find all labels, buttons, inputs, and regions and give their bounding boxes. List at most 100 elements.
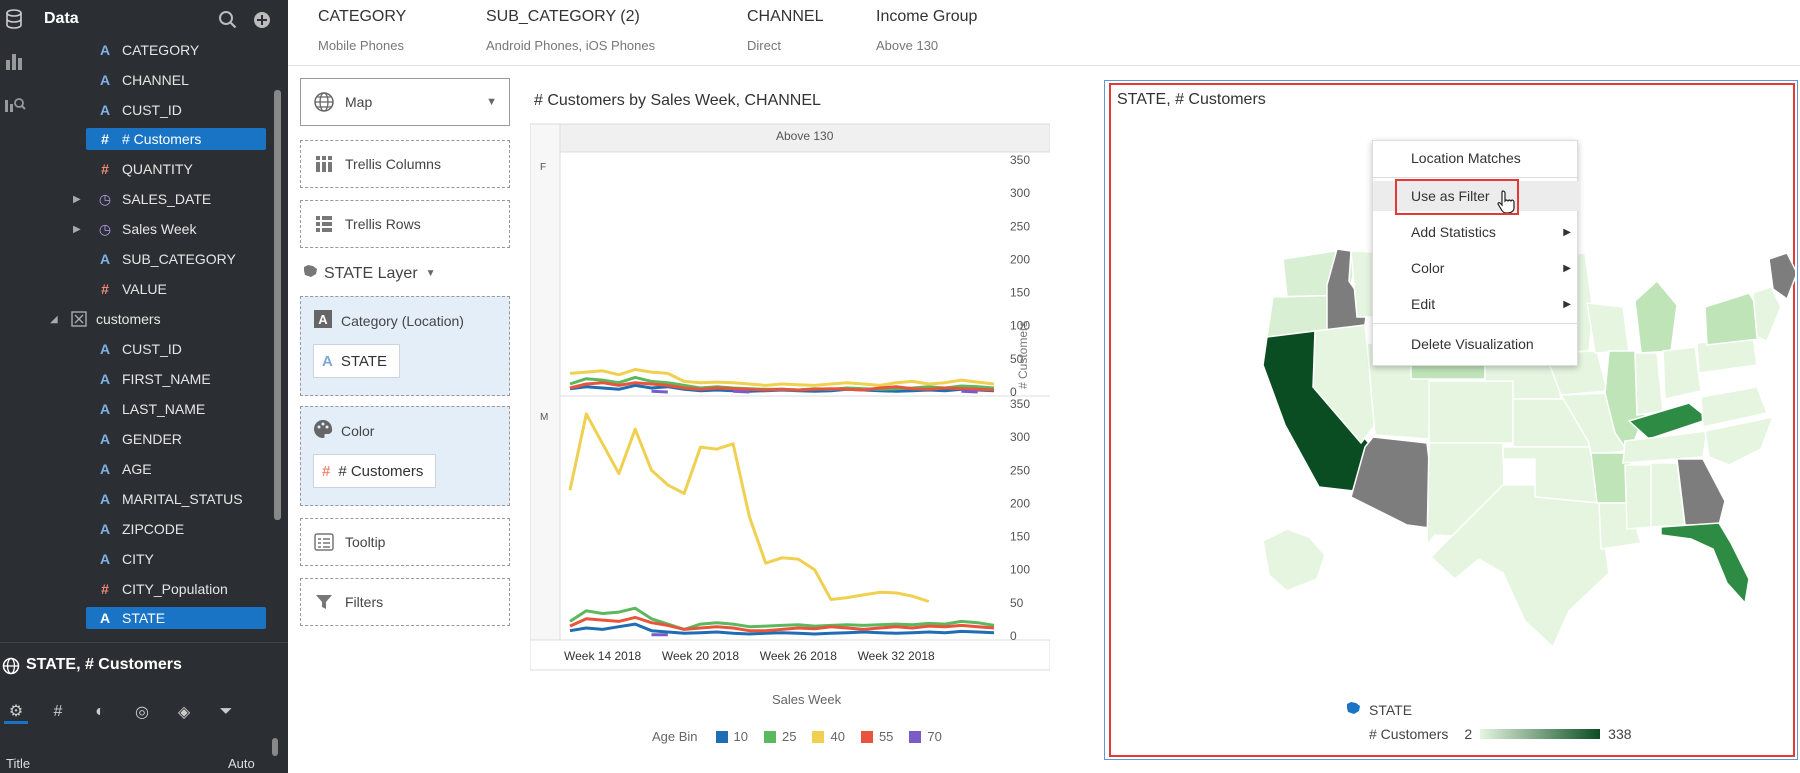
field-zipcode[interactable]: A ZIPCODE xyxy=(96,518,266,540)
collapse-arrow-icon[interactable]: ◢ xyxy=(50,314,58,325)
legend-swatch-age-70 xyxy=(909,730,922,743)
text-type-icon: A xyxy=(313,309,333,332)
state-michigan[interactable] xyxy=(1634,279,1678,354)
filters-drop[interactable]: Filters xyxy=(300,578,510,626)
field-last-name[interactable]: A LAST_NAME xyxy=(96,398,266,420)
field-category[interactable]: A CATEGORY xyxy=(96,39,266,61)
menu-item-color[interactable]: Color ▶ xyxy=(1373,253,1579,283)
submenu-arrow-icon: ▶ xyxy=(1563,262,1571,274)
field-cust-id[interactable]: A CUST_ID xyxy=(96,99,266,121)
left-rail xyxy=(0,0,28,635)
field-marital-status[interactable]: A MARITAL_STATUS xyxy=(96,488,266,510)
menu-separator xyxy=(1373,323,1579,324)
state-colorado[interactable] xyxy=(1428,380,1514,444)
trellis-rows-drop[interactable]: Trellis Rows xyxy=(300,200,510,248)
legend-label-age-10: 10 xyxy=(733,729,749,744)
category-location-well[interactable]: A Category (Location) A STATE xyxy=(300,296,510,396)
state-shape-icon xyxy=(302,264,318,283)
color-well[interactable]: Color # # Customers xyxy=(300,406,510,506)
filter-income-group[interactable]: Income Group Above 130 xyxy=(876,8,977,53)
filter-icon[interactable]: ⏷ xyxy=(214,700,238,724)
text-type-icon: A xyxy=(99,42,111,58)
field-value[interactable]: # VALUE xyxy=(96,278,266,300)
line-chart-viz[interactable]: # Customers by Sales Week, CHANNEL 0 50 10… xyxy=(530,84,1050,764)
palette-icon xyxy=(313,419,333,442)
tooltip-icon xyxy=(313,531,335,553)
menu-item-add-statistics[interactable]: Add Statistics ▶ xyxy=(1373,217,1579,247)
viz-properties-title: STATE, # Customers xyxy=(26,656,182,673)
state-indiana[interactable] xyxy=(1634,352,1664,416)
field-quantity[interactable]: # QUANTITY xyxy=(96,158,266,180)
state-ohio[interactable] xyxy=(1662,346,1702,400)
text-type-icon: A xyxy=(99,72,111,88)
x-tick-label: Week 14 2018 xyxy=(564,649,641,663)
field-sales-date[interactable]: ◷ SALES_DATE xyxy=(96,188,266,210)
measure-type-icon: # xyxy=(101,581,109,597)
y-tick-label: 200 xyxy=(1010,496,1030,510)
tooltip-drop[interactable]: Tooltip xyxy=(300,518,510,566)
field-age[interactable]: A AGE xyxy=(96,458,266,480)
field-first-name[interactable]: A FIRST_NAME xyxy=(96,368,266,390)
database-icon[interactable] xyxy=(4,8,24,30)
state-wisconsin[interactable] xyxy=(1586,302,1630,354)
customers-pill[interactable]: # # Customers xyxy=(313,454,437,488)
state-new-york[interactable] xyxy=(1704,292,1762,346)
field-city-population[interactable]: # CITY_Population xyxy=(96,578,266,600)
dataset-customers[interactable]: customers xyxy=(70,308,260,330)
state-florida[interactable] xyxy=(1660,522,1750,605)
add-icon[interactable] xyxy=(254,12,270,28)
field-customers-count[interactable]: # # Customers xyxy=(86,128,266,150)
legend-label-age-40: 40 xyxy=(830,729,845,744)
map-layer-icon[interactable]: ◎ xyxy=(130,700,154,724)
y-tick-label: 250 xyxy=(1010,219,1030,233)
filter-category[interactable]: CATEGORY Mobile Phones xyxy=(318,8,406,53)
chevron-down-icon: ▼ xyxy=(486,96,497,108)
field-gender[interactable]: A GENDER xyxy=(96,428,266,450)
layer-selector[interactable]: STATE Layer ▼ xyxy=(302,264,436,283)
properties-scrollbar[interactable] xyxy=(272,738,278,756)
bar-chart-icon[interactable] xyxy=(4,50,24,72)
state-pill[interactable]: A STATE xyxy=(313,344,400,378)
viz-type-selector[interactable]: Map ▼ xyxy=(300,78,510,126)
trellis-columns-drop[interactable]: Trellis Columns xyxy=(300,140,510,188)
state-arizona[interactable] xyxy=(1350,436,1438,530)
general-settings-icon[interactable]: ⚙ xyxy=(4,700,28,724)
expand-arrow-icon[interactable]: ▶ xyxy=(73,224,81,235)
expand-arrow-icon[interactable]: ▶ xyxy=(73,194,81,205)
columns-icon xyxy=(313,153,335,175)
line-chart-svg: 0501001502002503003500501001502002503003… xyxy=(530,123,1050,671)
submenu-arrow-icon: ▶ xyxy=(1563,298,1571,310)
layers-icon[interactable]: ◈ xyxy=(172,700,196,724)
field-sales-week[interactable]: ◷ Sales Week xyxy=(96,218,266,240)
state-georgia[interactable] xyxy=(1676,458,1726,526)
menu-item-delete-visualization[interactable]: Delete Visualization xyxy=(1373,329,1579,359)
y-tick-label: 350 xyxy=(1010,397,1030,411)
y-tick-label: 100 xyxy=(1010,563,1030,577)
analytics-icon[interactable]: ◐ xyxy=(88,700,112,724)
filter-channel[interactable]: CHANNEL Direct xyxy=(747,8,823,53)
menu-item-edit[interactable]: Edit ▶ xyxy=(1373,289,1579,319)
field-state[interactable]: A STATE xyxy=(86,607,266,629)
data-panel-scrollbar[interactable] xyxy=(274,90,281,520)
state-alaska[interactable] xyxy=(1262,528,1326,592)
search-icon[interactable] xyxy=(219,11,237,29)
text-type-icon: A xyxy=(99,610,111,626)
properties-tabs: ⚙ # ◐ ◎ ◈ ⏷ xyxy=(0,696,268,730)
data-panel-tools xyxy=(218,10,278,35)
column-header-label: Above 130 xyxy=(776,129,834,143)
text-type-icon: A xyxy=(99,341,111,357)
field-cust-id[interactable]: A CUST_ID xyxy=(96,338,266,360)
field-channel[interactable]: A CHANNEL xyxy=(96,69,266,91)
menu-item-location-matches[interactable]: Location Matches xyxy=(1373,143,1579,173)
viz-properties-header: STATE, # Customers xyxy=(0,642,288,690)
field-city[interactable]: A CITY xyxy=(96,548,266,570)
legend-label-age-55: 55 xyxy=(878,729,894,744)
y-tick-label: 300 xyxy=(1010,430,1030,444)
analytics-icon[interactable] xyxy=(4,92,26,114)
filter-sub-category[interactable]: SUB_CATEGORY (2) Android Phones, iOS Phon… xyxy=(486,8,655,53)
legend-label-age-25: 25 xyxy=(782,729,797,744)
field-sub-category[interactable]: A SUB_CATEGORY xyxy=(96,248,266,270)
state-mississippi[interactable] xyxy=(1624,464,1652,530)
number-format-icon[interactable]: # xyxy=(46,700,70,724)
state-new-england[interactable] xyxy=(1752,286,1782,342)
